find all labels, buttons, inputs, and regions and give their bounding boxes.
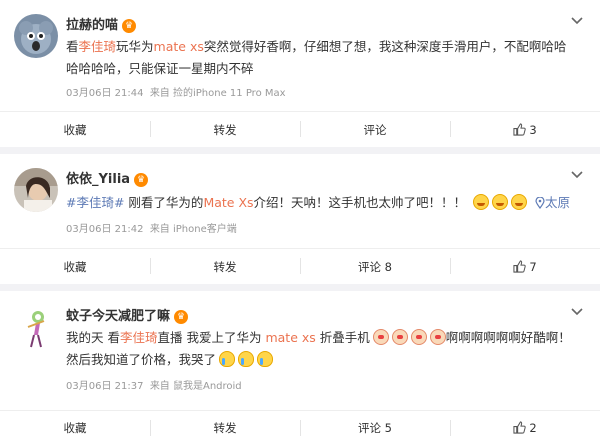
post-content: 看李佳琦玩华为mate xs突然觉得好香啊，仔细想了想，我这种深度手滑用户，不配… bbox=[66, 36, 576, 80]
favorite-button[interactable]: 收藏 bbox=[0, 249, 150, 284]
topic-link[interactable]: #李佳琦# bbox=[66, 195, 124, 210]
like-count: 7 bbox=[529, 259, 537, 274]
like-button[interactable]: 7 bbox=[450, 249, 600, 284]
like-count: 3 bbox=[529, 122, 537, 137]
favorite-label: 收藏 bbox=[63, 420, 87, 435]
favorite-label: 收藏 bbox=[63, 259, 87, 274]
comment-button[interactable]: 评论 bbox=[300, 112, 450, 147]
vip-crown-icon: ♛ bbox=[122, 19, 137, 33]
laugh-cry-emoji-icon bbox=[473, 194, 490, 210]
repost-button[interactable]: 转发 bbox=[150, 411, 300, 444]
post-time[interactable]: 03月06日 21:44 bbox=[66, 88, 143, 99]
content-text: 介绍！天呐！这手机也太帅了吧！！！ bbox=[253, 195, 467, 210]
action-bar: 收藏 转发 评论 5 2 bbox=[0, 410, 600, 444]
location-link[interactable]: 太原 bbox=[545, 195, 570, 210]
post-meta: 03月06日 21:37 来自 鼠我是Android bbox=[66, 377, 242, 392]
post-content: 我的天 看李佳琦直播 我爱上了华为 mate xs 折叠手机 啊啊啊啊啊啊好酷啊！… bbox=[66, 327, 576, 371]
thumbs-up-icon bbox=[513, 123, 527, 136]
comment-label: 评论 bbox=[363, 122, 387, 137]
username-text[interactable]: 蚊子今天减肥了嘛 bbox=[66, 309, 170, 324]
content-text: 看 bbox=[66, 39, 79, 54]
post-meta: 03月06日 21:42 来自 iPhone客户端 bbox=[66, 220, 237, 235]
crying-emoji-icon bbox=[257, 351, 274, 367]
heart-eyes-emoji-icon bbox=[429, 329, 446, 345]
username-text[interactable]: 拉赫的喵 bbox=[66, 18, 118, 33]
thumbs-up-icon bbox=[513, 260, 527, 273]
repost-label: 转发 bbox=[213, 259, 237, 274]
comment-button[interactable]: 评论 5 bbox=[300, 411, 450, 444]
post-source: 来自 iPhone客户端 bbox=[149, 224, 237, 235]
repost-label: 转发 bbox=[213, 420, 237, 435]
heart-eyes-emoji-icon bbox=[372, 329, 389, 345]
username[interactable]: 蚊子今天减肥了嘛 ♛ bbox=[66, 305, 189, 324]
avatar[interactable] bbox=[14, 305, 58, 349]
favorite-button[interactable]: 收藏 bbox=[0, 112, 150, 147]
vip-crown-icon: ♛ bbox=[134, 173, 149, 187]
content-text: 玩华为 bbox=[116, 39, 154, 54]
feed-post: 蚊子今天减肥了嘛 ♛ 我的天 看李佳琦直播 我爱上了华为 mate xs 折叠手机… bbox=[0, 291, 600, 444]
chevron-down-icon[interactable] bbox=[570, 16, 584, 26]
feed-post: 拉赫的喵 ♛ 看李佳琦玩华为mate xs突然觉得好香啊，仔细想了想，我这种深度手… bbox=[0, 0, 600, 147]
avatar[interactable] bbox=[14, 168, 58, 212]
content-text: 折叠手机 bbox=[315, 330, 370, 345]
product-link[interactable]: mate xs bbox=[265, 330, 315, 345]
post-content: #李佳琦# 刚看了华为的Mate Xs介绍！天呐！这手机也太帅了吧！！！ 太原 bbox=[66, 192, 576, 214]
post-meta: 03月06日 21:44 来自 捡的iPhone 11 Pro Max bbox=[66, 84, 286, 99]
favorite-label: 收藏 bbox=[63, 122, 87, 137]
post-source: 来自 捡的iPhone 11 Pro Max bbox=[149, 88, 286, 99]
repost-button[interactable]: 转发 bbox=[150, 249, 300, 284]
repost-label: 转发 bbox=[213, 122, 237, 137]
laugh-cry-emoji-icon bbox=[511, 194, 528, 210]
product-link[interactable]: Mate Xs bbox=[203, 195, 253, 210]
heart-eyes-emoji-icon bbox=[391, 329, 408, 345]
chevron-down-icon[interactable] bbox=[570, 307, 584, 317]
username[interactable]: 拉赫的喵 ♛ bbox=[66, 14, 137, 33]
like-button[interactable]: 3 bbox=[450, 112, 600, 147]
location-pin-icon bbox=[535, 197, 545, 209]
username[interactable]: 依依_Yilia ♛ bbox=[66, 168, 149, 187]
feed-post: 依依_Yilia ♛ #李佳琦# 刚看了华为的Mate Xs介绍！天呐！这手机也太… bbox=[0, 154, 600, 284]
comment-label: 评论 5 bbox=[358, 420, 392, 435]
like-count: 2 bbox=[529, 420, 537, 435]
mention-link[interactable]: 李佳琦 bbox=[120, 330, 158, 345]
crying-emoji-icon bbox=[238, 351, 255, 367]
mention-link[interactable]: 李佳琦 bbox=[79, 39, 117, 54]
like-button[interactable]: 2 bbox=[450, 411, 600, 444]
favorite-button[interactable]: 收藏 bbox=[0, 411, 150, 444]
crying-emoji-icon bbox=[219, 351, 236, 367]
comment-button[interactable]: 评论 8 bbox=[300, 249, 450, 284]
content-text: 直播 我爱上了华为 bbox=[157, 330, 266, 345]
chevron-down-icon[interactable] bbox=[570, 170, 584, 180]
action-bar: 收藏 转发 评论 8 7 bbox=[0, 248, 600, 284]
avatar[interactable] bbox=[14, 14, 58, 58]
heart-eyes-emoji-icon bbox=[410, 329, 427, 345]
product-link[interactable]: mate xs bbox=[154, 39, 204, 54]
action-bar: 收藏 转发 评论 3 bbox=[0, 111, 600, 147]
repost-button[interactable]: 转发 bbox=[150, 112, 300, 147]
post-time[interactable]: 03月06日 21:42 bbox=[66, 224, 143, 235]
post-source: 来自 鼠我是Android bbox=[149, 381, 242, 392]
laugh-cry-emoji-icon bbox=[492, 194, 509, 210]
post-time[interactable]: 03月06日 21:37 bbox=[66, 381, 143, 392]
vip-crown-icon: ♛ bbox=[174, 310, 189, 324]
content-text: 刚看了华为的 bbox=[124, 195, 204, 210]
thumbs-up-icon bbox=[513, 421, 527, 434]
content-text: 我的天 看 bbox=[66, 330, 120, 345]
username-text[interactable]: 依依_Yilia bbox=[66, 172, 130, 187]
comment-label: 评论 8 bbox=[358, 259, 392, 274]
